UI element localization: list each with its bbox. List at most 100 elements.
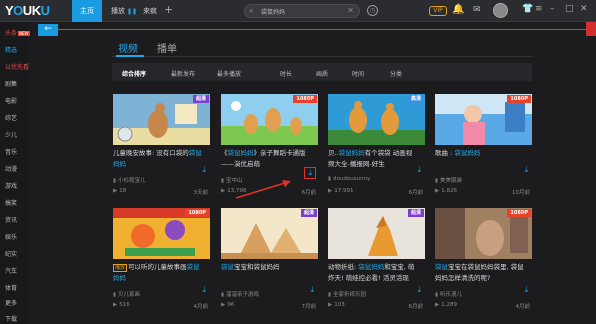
search-box[interactable]: ⌕ ✕ [244,4,360,18]
user-icon: ▮ [221,292,225,298]
download-icon[interactable]: ⤓ [417,286,421,294]
sidebar-item-priority[interactable]: 以优先看 [5,62,29,71]
video-title[interactable]: 歌曲 : 袋鼠妈妈 [435,148,525,159]
download-status[interactable]: 下载 [0,314,27,323]
tab-home[interactable]: 主页 [72,0,102,22]
video-title[interactable]: 袋鼠宝宝和袋鼠妈妈 [221,262,311,273]
author-name: 贝儿家画 [118,292,141,298]
sidebar-item-kids[interactable]: 少儿 [5,130,17,139]
video-thumbnail[interactable]: 1080P [221,94,318,145]
skin-icon[interactable]: 👕 [522,4,533,14]
sidebar-item-news[interactable]: 资讯 [5,215,17,224]
sidebar-item-funny[interactable]: 搞笑 [5,198,17,207]
sidebar-item-movies[interactable]: 电影 [5,96,17,105]
sidebar-item-anime[interactable]: 动漫 [5,164,17,173]
video-thumbnail[interactable]: 1080P [435,94,532,145]
notification-icon[interactable]: 🔔 [452,4,464,15]
video-title[interactable]: 儿童晚安故事: 没有口袋的袋鼠妈妈 [113,148,203,170]
video-card[interactable]: 1080P 歌曲 : 袋鼠妈妈 ⤓ ▮ 美美服装 ▶ 1,826 10月前 [435,94,532,198]
filter-newest[interactable]: 最新发布 [171,69,195,78]
video-title[interactable]: 袋鼠宝宝在袋鼠妈妈袋里, 袋鼠妈妈怎样清洗的呢? [435,262,525,284]
video-author[interactable]: ▮ 全家折纸乐园 [328,290,366,298]
filter-duration[interactable]: 时长 [280,69,292,78]
video-thumbnail[interactable]: 1080P [113,208,210,259]
video-thumbnail[interactable]: 高清 [328,94,425,145]
header-divider [58,29,588,30]
avatar[interactable] [493,3,508,18]
filter-most-played[interactable]: 最多播放 [217,69,241,78]
video-author[interactable]: ▮ 贝儿家画 [113,290,140,298]
video-title[interactable]: 动物折纸: 袋鼠妈妈和宝宝, 萌炸天! 萌娃控必看! 活灵活现 [328,262,418,284]
filter-quality[interactable]: 画质 [316,69,328,78]
video-thumbnail[interactable]: 超清 [328,208,425,259]
filter-category[interactable]: 分类 [390,69,402,78]
video-author[interactable]: ▮ 听乐漫儿 [435,290,462,298]
video-author[interactable]: ▮ doudousunny [328,176,370,182]
video-author[interactable]: ▮ 小杉瓶宝儿 [113,176,146,184]
video-title[interactable]: 《袋鼠妈妈》亲子舞蹈卡通版——演优启萌 [221,148,311,170]
add-tab-icon[interactable]: + [164,3,173,16]
tab-laifeng[interactable]: 来疯 [135,0,165,22]
tab-videos[interactable]: 视频 [118,40,138,55]
video-card[interactable]: 1080P 袋鼠宝宝在袋鼠妈妈袋里, 袋鼠妈妈怎样清洗的呢? ⤓ ▮ 听乐漫儿 ▶… [435,208,532,312]
clear-search-icon[interactable]: ✕ [347,6,354,15]
author-name: 美美服装 [440,178,463,184]
maximize-icon[interactable]: □ [565,4,574,14]
sidebar-item-entertainment[interactable]: 娱乐 [5,232,17,241]
video-card[interactable]: 高清 贝..袋鼠妈妈有个袋袋 动画视频大全-播报网-好生 ⤓ ▮ doudousu… [328,94,425,198]
youku-logo[interactable]: YOUKU [5,3,50,18]
sidebar-item-more[interactable]: 更多 [5,298,17,307]
title-text: 儿童晚安故事: 没有口袋的 [113,149,189,157]
history-icon[interactable]: ◷ [367,5,378,16]
video-thumbnail[interactable]: 超清 [113,94,210,145]
message-icon[interactable]: ✉ [473,5,481,15]
download-icon[interactable]: ⤓ [417,166,421,174]
sidebar-item-games[interactable]: 游戏 [5,181,17,190]
download-icon[interactable]: ⤓ [310,286,314,294]
sidebar-item-auto[interactable]: 汽车 [5,266,17,275]
minimize-icon[interactable]: – [550,4,555,14]
menu-icon[interactable]: ≡ [535,4,543,14]
close-icon[interactable]: ✕ [580,4,588,14]
view-count-value: 103 [334,302,345,308]
video-thumbnail[interactable]: 1080P [435,208,532,259]
sidebar-item-variety[interactable]: 综艺 [5,113,17,122]
quality-badge: 高清 [407,95,424,103]
video-card[interactable]: 超清 袋鼠宝宝和袋鼠妈妈 ⤓ ▮ 溜溜亲子游戏 ▶ 96 7月前 [221,208,318,312]
download-icon[interactable]: ⤓ [524,166,528,174]
filter-overall[interactable]: 综合排序 [122,69,146,78]
video-thumbnail[interactable]: 超清 [221,208,318,259]
video-author[interactable]: ▮ 溜溜亲子游戏 [221,290,259,298]
download-icon[interactable]: ⤓ [524,286,528,294]
view-count-value: 18 [119,188,127,194]
download-icon[interactable]: ⤓ [202,286,206,294]
sidebar-item-series[interactable]: 剧集 [5,79,17,88]
download-icon[interactable]: ⤓ [202,166,206,174]
vip-badge[interactable]: VIP [429,6,447,16]
author-name: 全家折纸乐园 [333,292,367,298]
sidebar-item-headlines[interactable]: 头条 NEW [5,28,30,37]
download-icon-highlighted[interactable]: ⤓ [304,167,316,179]
video-card[interactable]: 超清 儿童晚安故事: 没有口袋的袋鼠妈妈 ⤓ ▮ 小杉瓶宝儿 ▶ 18 3天前 [113,94,210,198]
back-button[interactable]: ← [38,24,58,36]
video-card[interactable]: 1080P 《袋鼠妈妈》亲子舞蹈卡通版——演优启萌 ⤓ ▮ 宝中山 ▶ 13,798… [221,94,318,198]
sidebar-item-music[interactable]: 音乐 [5,147,17,156]
upload-time: 6月前 [408,304,424,310]
search-input[interactable] [261,6,341,17]
sidebar-item-sports[interactable]: 体育 [5,283,17,292]
video-card[interactable]: 1080P 播放 可以听的儿童故事画袋鼠妈妈 ⤓ ▮ 贝儿家画 ▶ 516 4月前 [113,208,210,312]
sidebar-item-documentary[interactable]: 纪实 [5,249,17,258]
video-card[interactable]: 超清 动物折纸: 袋鼠妈妈和宝宝, 萌炸天! 萌娃控必看! 活灵活现 ⤓ ▮ 全家… [328,208,425,312]
view-count: ▶ 17,991 [328,188,353,194]
filter-bar: 综合排序 最新发布 最多播放 时长 画质 时间 分类 [112,63,532,81]
video-author[interactable]: ▮ 宝中山 [221,176,243,184]
view-count: ▶ 516 [113,302,130,308]
video-author[interactable]: ▮ 美美服装 [435,176,462,184]
filter-time[interactable]: 时间 [352,69,364,78]
video-title[interactable]: 播放 可以听的儿童故事画袋鼠妈妈 [113,262,203,284]
sidebar-item-featured[interactable]: 精选 [5,45,17,54]
video-title[interactable]: 贝..袋鼠妈妈有个袋袋 动画视频大全-播报网-好生 [328,148,418,170]
tab-playlists[interactable]: 播单 [157,40,177,55]
upload-time: 6月前 [408,190,424,196]
search-icon[interactable]: ⌕ [249,6,253,16]
